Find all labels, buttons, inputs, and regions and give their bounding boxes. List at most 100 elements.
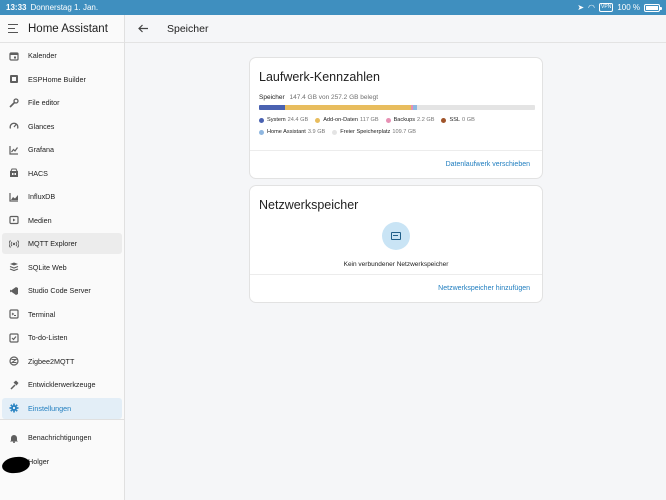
status-time: 13:33 [6,3,27,12]
storage-bar-segment [413,105,418,110]
hammer-icon [8,379,19,390]
sidebar-item-label: Einstellungen [28,403,72,413]
no-network-storage-text: Kein verbundener Netzwerkspeicher [343,261,449,268]
legend-dot [332,129,338,135]
wifi-icon: ◠ [588,2,596,12]
network-card-footer: Netzwerkspeicher hinzufügen [250,274,542,302]
storage-bar-segment [259,105,286,110]
legend-item-system: System 24.4 GB [259,117,308,123]
storage-legend: System 24.4 GB Add-on-Daten 117 GB Backu… [259,117,539,141]
vpn-badge: VPN [599,3,614,12]
bell-icon [8,432,19,443]
sidebar-item-label: MQTT Explorer [28,239,77,248]
sidebar-item-label: Medien [28,215,52,225]
media-icon [8,215,19,226]
sidebar-item-label: Entwicklerwerkzeuge [28,380,96,389]
app-title: Home Assistant [28,22,108,35]
chart-icon [8,144,19,155]
legend-dot [441,117,447,123]
sidebar-item-entwicklerwerkzeuge[interactable]: Entwicklerwerkzeuge [2,374,122,395]
move-data-disk-button[interactable]: Datenlaufwerk verschieben [446,161,530,168]
sidebar-item-terminal[interactable]: Terminal [2,304,122,325]
sidebar-item-file-editor[interactable]: File editor [2,92,122,113]
esphome-icon [8,74,19,85]
legend-label: SSL [449,117,461,123]
back-arrow-icon[interactable] [133,19,153,39]
legend-row: Home Assistant 3.9 GB Freier Speicherpla… [259,129,539,135]
sidebar-item-studio-code-server[interactable]: Studio Code Server [2,280,122,301]
menu-icon[interactable] [8,23,20,34]
legend-label: Add-on-Daten [323,117,359,123]
sidebar-item-medien[interactable]: Medien [2,210,122,231]
storage-summary: Speicher 147.4 GB von 257.2 GB belegt [259,94,378,101]
legend-label: Freier Speicherplatz [340,129,391,135]
sidebar-item-label: File editor [28,98,60,107]
legend-value: 24.4 GB [287,117,309,123]
sidebar: Home Assistant Kalender ESPHome Builder … [0,15,125,500]
storage-bar [259,105,535,110]
checklist-icon [8,332,19,343]
legend-item-addon-data: Add-on-Daten 117 GB [315,117,379,123]
sidebar-item-label: Glances [28,121,55,131]
storage-label: Speicher [259,94,285,101]
sidebar-bottom: Benachrichtigungen Holger [0,427,124,475]
sidebar-item-einstellungen[interactable]: Einstellungen [2,397,122,419]
console-icon [8,309,19,320]
sidebar-item-hacs[interactable]: HACS [2,163,122,184]
legend-row: System 24.4 GB Add-on-Daten 117 GB Backu… [259,117,539,123]
sidebar-item-label: Grafana [28,145,54,154]
battery-percent: 100 % [617,3,640,12]
sidebar-item-user[interactable]: Holger [1,451,122,475]
gear-icon [8,403,19,414]
legend-value: 109.7 GB [392,129,416,135]
disk-metrics-card: Laufwerk-Kennzahlen Speicher 147.4 GB vo… [249,57,543,179]
database-icon [8,262,19,273]
disk-card-title: Laufwerk-Kennzahlen [259,70,380,84]
nas-icon [391,232,401,240]
sidebar-item-kalender[interactable]: Kalender [2,45,122,66]
avatar [1,454,31,475]
sidebar-item-grafana[interactable]: Grafana [2,139,122,160]
legend-item-home-assistant: Home Assistant 3.9 GB [259,129,325,135]
sidebar-item-label: InfluxDB [28,192,56,201]
wrench-icon [8,97,19,108]
sidebar-item-todo[interactable]: To-do-Listen [2,327,122,348]
legend-item-free-space: Freier Speicherplatz 109.7 GB [332,129,416,135]
sidebar-item-label: Benachrichtigungen [28,433,92,442]
gauge-icon [8,121,19,132]
nas-icon-circle [382,222,410,250]
sidebar-item-esphome[interactable]: ESPHome Builder [2,69,122,90]
sidebar-item-mqtt-explorer[interactable]: MQTT Explorer [2,233,122,254]
vscode-icon [8,285,19,296]
hacs-icon [8,168,19,179]
sidebar-item-zigbee2mqtt[interactable]: Zigbee2MQTT [2,351,122,372]
status-right: ➤ ◠ VPN 100 % [577,2,662,12]
legend-item-ssl: SSL 0 GB [441,117,475,123]
legend-value: 117 GB [360,117,379,123]
top-bar: Speicher [125,15,666,43]
sidebar-item-sqlite-web[interactable]: SQLite Web [2,257,122,278]
disk-card-footer: Datenlaufwerk verschieben [250,150,542,178]
legend-dot [385,117,391,123]
status-bar: 13:33 Donnerstag 1. Jan. ➤ ◠ VPN 100 % [0,0,666,15]
sidebar-item-label: ESPHome Builder [28,74,86,84]
network-card-title: Netzwerkspeicher [259,198,359,212]
legend-label: Home Assistant [267,129,306,135]
sidebar-item-notifications[interactable]: Benachrichtigungen [2,427,122,448]
legend-value: 0 GB [462,117,475,123]
sidebar-item-glances[interactable]: Glances [2,116,122,137]
storage-bar-segment [285,105,411,110]
legend-item-backups: Backups 2.2 GB [385,117,434,123]
network-storage-card: Netzwerkspeicher Kein verbundener Netzwe… [249,185,543,303]
sidebar-header: Home Assistant [0,15,124,43]
sidebar-item-label: HACS [28,168,48,178]
chart-areaspline-icon [8,191,19,202]
add-network-storage-button[interactable]: Netzwerkspeicher hinzufügen [438,285,530,292]
legend-dot [259,117,264,123]
legend-dot [259,129,264,135]
sidebar-item-label: Zigbee2MQTT [28,356,75,366]
sidebar-item-influxdb[interactable]: InfluxDB [2,186,122,207]
sidebar-item-label: Studio Code Server [28,286,91,295]
sidebar-divider [0,419,124,420]
sidebar-item-label: Kalender [28,51,57,60]
